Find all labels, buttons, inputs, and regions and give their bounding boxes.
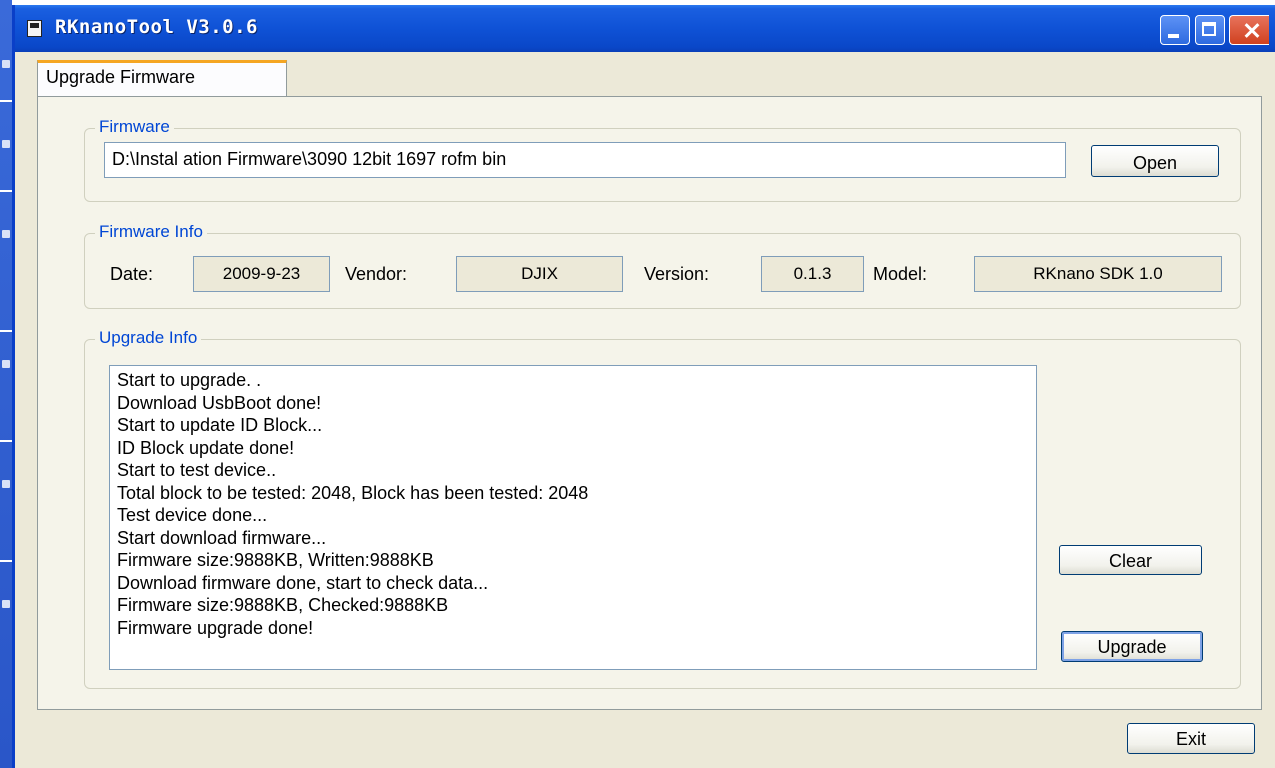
log-line: Download UsbBoot done! — [117, 392, 322, 413]
version-value: 0.1.3 — [761, 256, 864, 292]
log-line: Firmware upgrade done! — [117, 617, 314, 638]
log-line: Start download firmware... — [117, 527, 327, 548]
window-title: RKnanoTool V3.0.6 — [55, 16, 258, 38]
vendor-value: DJIX — [456, 256, 623, 292]
log-line: Test device done... — [117, 505, 268, 525]
upgrade-button[interactable]: Upgrade — [1061, 631, 1203, 662]
log-line: Firmware size:9888KB, Checked:9888KB — [117, 595, 449, 615]
firmware-group: Firmware D:\Instal ation Firmware\3090 1… — [84, 117, 1241, 202]
firmware-info-group: Firmware Info Date: 2009-9-23 Vendor: DJ… — [84, 222, 1241, 309]
desktop-background — [0, 0, 12, 768]
log-line: Download firmware done, start to check d… — [117, 572, 489, 593]
log-line: Total block to be tested: 2048, Block ha… — [117, 482, 589, 503]
exit-button[interactable]: Exit — [1127, 723, 1255, 754]
app-window: RKnanoTool V3.0.6 Upgrade Firmware Firmw… — [12, 5, 1275, 768]
firmware-path-value: D:\Instal ation Firmware\3090 12bit 1697… — [112, 149, 507, 169]
firmware-info-group-title: Firmware Info — [95, 222, 207, 242]
minimize-button[interactable] — [1160, 15, 1190, 45]
log-line: Firmware size:9888KB, Written:9888KB — [117, 550, 434, 570]
tab-upgrade-firmware[interactable]: Upgrade Firmware — [37, 60, 287, 97]
date-label: Date: — [110, 264, 154, 284]
log-line: ID Block update done! — [117, 437, 295, 458]
firmware-group-title: Firmware — [95, 117, 174, 137]
open-button[interactable]: Open — [1091, 145, 1219, 177]
title-bar[interactable]: RKnanoTool V3.0.6 — [15, 5, 1275, 52]
upgrade-info-group: Upgrade Info Start to upgrade. . Downloa… — [84, 328, 1241, 689]
model-value: RKnano SDK 1.0 — [974, 256, 1222, 292]
firmware-path-input[interactable]: D:\Instal ation Firmware\3090 12bit 1697… — [104, 142, 1066, 178]
upgrade-firmware-panel: Firmware D:\Instal ation Firmware\3090 1… — [37, 96, 1262, 710]
upgrade-info-group-title: Upgrade Info — [95, 328, 202, 348]
log-line: Start to update ID Block... — [117, 415, 323, 435]
model-label: Model: — [873, 264, 928, 284]
vendor-label: Vendor: — [345, 264, 408, 284]
upgrade-log[interactable]: Start to upgrade. . Download UsbBoot don… — [109, 365, 1037, 670]
maximize-button[interactable] — [1195, 15, 1225, 45]
version-label: Version: — [644, 264, 710, 284]
close-button[interactable] — [1229, 15, 1269, 45]
log-line: Start to upgrade. . — [117, 370, 262, 390]
date-value: 2009-9-23 — [193, 256, 330, 292]
app-icon[interactable] — [27, 20, 42, 37]
log-line: Start to test device.. — [117, 460, 277, 480]
clear-button[interactable]: Clear — [1059, 545, 1202, 575]
